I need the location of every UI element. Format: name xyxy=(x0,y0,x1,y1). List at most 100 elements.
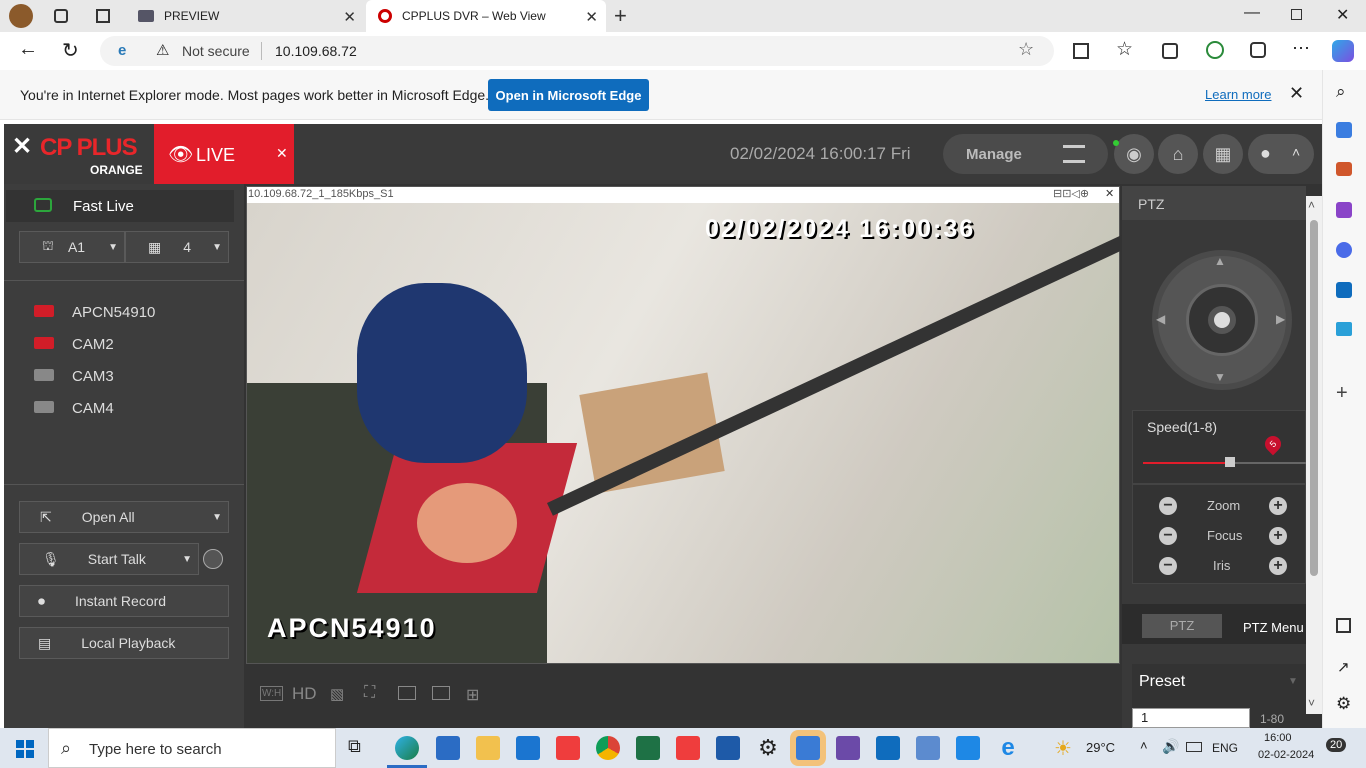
live-tab[interactable]: 👁 LIVE ✕ xyxy=(154,124,294,184)
layout-1-icon[interactable] xyxy=(398,686,416,700)
notification-badge[interactable]: 20 xyxy=(1326,738,1347,752)
open-in-edge-button[interactable]: Open in Microsoft Edge xyxy=(488,79,649,111)
workspaces-icon[interactable] xyxy=(54,9,68,23)
chevron-down-icon[interactable]: ▼ xyxy=(212,512,222,523)
chevron-down-icon[interactable]: ▼ xyxy=(182,554,192,565)
manage-button[interactable]: Manage xyxy=(943,134,1108,174)
scroll-up-icon[interactable]: ˄ xyxy=(1308,198,1315,212)
mixer-icon[interactable] xyxy=(836,736,860,760)
aspect-ratio-button[interactable]: W:H xyxy=(260,686,284,701)
talk-status-indicator[interactable] xyxy=(203,549,223,569)
collections-icon[interactable] xyxy=(1162,43,1178,59)
scroll-down-icon[interactable]: ˅ xyxy=(1308,696,1315,710)
zoom-out-icon[interactable]: − xyxy=(1159,497,1177,515)
home-icon[interactable]: ⌂ xyxy=(1158,134,1198,174)
back-icon[interactable]: ← xyxy=(18,38,38,61)
camera-item[interactable]: APCN54910 xyxy=(4,296,244,328)
paint-icon[interactable] xyxy=(956,736,980,760)
minimize-icon[interactable]: — xyxy=(1244,4,1260,22)
fast-live-row[interactable]: Fast Live xyxy=(6,190,234,222)
video-window[interactable]: 10.109.68.72_1_185Kbps_S1 ⊟⊡◁⊕ ✕ 02/02/2… xyxy=(246,186,1188,664)
tab-preview[interactable]: PREVIEW ✕ xyxy=(128,0,364,32)
chrome-icon[interactable] xyxy=(596,736,620,760)
not-secure-label[interactable]: Not secure xyxy=(182,43,250,59)
focus-out-icon[interactable]: − xyxy=(1159,527,1177,545)
scroll-thumb[interactable] xyxy=(1310,220,1318,576)
ptz-right-icon[interactable]: ▶ xyxy=(1276,312,1285,326)
fullscreen-icon[interactable]: ⛶ xyxy=(364,684,375,702)
new-tab-icon[interactable]: + xyxy=(614,3,627,29)
local-playback-button[interactable]: ▤ Local Playback xyxy=(19,627,229,659)
edge-taskbar-icon[interactable] xyxy=(395,736,419,760)
layout-quad-icon[interactable]: ⊞ xyxy=(466,685,479,705)
tab-ptz[interactable]: PTZ xyxy=(1142,614,1222,638)
url-bar[interactable]: e ⚠ Not secure 10.109.68.72 ☆ xyxy=(100,36,1054,66)
layout-single-icon[interactable] xyxy=(432,686,450,700)
start-talk-button[interactable]: 🎙 Start Talk ▼ xyxy=(19,543,199,575)
ptz-center-button[interactable] xyxy=(1208,306,1236,334)
send-icon[interactable] xyxy=(1336,322,1352,336)
qr-code-icon[interactable]: ▦ xyxy=(1203,134,1243,174)
warning-icon[interactable]: ⚠ xyxy=(156,41,169,59)
taskbar-search[interactable]: ⌕ Type here to search xyxy=(48,728,336,768)
focus-in-icon[interactable]: + xyxy=(1269,527,1287,545)
volume-icon[interactable]: 🔊 xyxy=(1162,738,1179,755)
hd-button[interactable]: HD xyxy=(292,684,317,704)
restore-icon[interactable] xyxy=(1291,9,1302,20)
more-menu-icon[interactable]: ⋯ xyxy=(1292,38,1310,59)
file-explorer-icon[interactable] xyxy=(476,736,500,760)
add-icon[interactable]: + xyxy=(1336,382,1348,405)
channel-group-select[interactable]: ⛫ A1 ▼ xyxy=(19,231,125,263)
ptz-up-icon[interactable]: ▲ xyxy=(1214,254,1226,268)
ie-mode-icon[interactable]: e xyxy=(118,42,126,59)
reader-icon[interactable] xyxy=(716,736,740,760)
weather-icon[interactable]: ☀ xyxy=(1054,736,1072,761)
instant-record-button[interactable]: ⏺ Instant Record xyxy=(19,585,229,617)
banner-close-icon[interactable]: ✕ xyxy=(1289,83,1304,104)
favorites-icon[interactable]: ☆ xyxy=(1116,38,1133,61)
tab-ptz-menu[interactable]: PTZ Menu xyxy=(1243,620,1304,635)
url-text[interactable]: 10.109.68.72 xyxy=(275,43,357,59)
refresh-icon[interactable]: ↻ xyxy=(62,38,79,63)
video-controls-icon[interactable]: ⊟⊡◁⊕ xyxy=(1053,187,1089,200)
iris-close-icon[interactable]: − xyxy=(1159,557,1177,575)
ptz-left-icon[interactable]: ◀ xyxy=(1156,312,1165,326)
settings-icon[interactable]: ⚙ xyxy=(756,736,780,760)
chevron-down-icon[interactable]: ▼ xyxy=(1288,676,1298,687)
ptz-joystick[interactable]: ▲ ▼ ◀ ▶ xyxy=(1152,250,1292,390)
anydesk-icon[interactable] xyxy=(556,736,580,760)
page-scrollbar[interactable]: ˄ ˅ xyxy=(1306,196,1322,714)
camera-item[interactable]: CAM3 xyxy=(4,360,244,392)
windows-start-icon[interactable] xyxy=(16,740,34,758)
live-view-icon[interactable]: ◉ xyxy=(1114,134,1154,174)
zoom-in-icon[interactable]: + xyxy=(1269,497,1287,515)
excel-icon[interactable] xyxy=(636,736,660,760)
remote-desktop-icon[interactable] xyxy=(796,736,820,760)
profile-avatar[interactable] xyxy=(9,4,33,28)
settings-icon[interactable]: ⚙ xyxy=(1336,694,1351,714)
temperature[interactable]: 29°C xyxy=(1086,740,1115,755)
split-screen-icon[interactable] xyxy=(1073,43,1089,59)
shopping-icon[interactable] xyxy=(1336,122,1352,138)
notepad-icon[interactable] xyxy=(916,736,940,760)
close-tab-icon[interactable]: ✕ xyxy=(343,8,356,26)
mail-icon[interactable] xyxy=(516,736,540,760)
camera-item[interactable]: CAM2 xyxy=(4,328,244,360)
tools-icon[interactable] xyxy=(1336,162,1352,176)
games-icon[interactable] xyxy=(1336,202,1352,218)
ie-reload-icon[interactable] xyxy=(1250,42,1266,58)
internet-explorer-icon[interactable]: e xyxy=(996,736,1020,760)
extensions-icon[interactable] xyxy=(1206,41,1224,59)
language-indicator[interactable]: ENG xyxy=(1212,741,1238,755)
copilot-icon[interactable] xyxy=(1332,40,1354,62)
ptz-down-icon[interactable]: ▼ xyxy=(1214,370,1226,384)
battery-icon[interactable] xyxy=(1186,742,1202,752)
user-menu-button[interactable]: ● ˄ xyxy=(1248,134,1314,174)
sidebar-toggle-icon[interactable] xyxy=(1336,618,1351,633)
search-icon[interactable]: ⌕ xyxy=(1336,82,1346,102)
anydesk-2-icon[interactable] xyxy=(676,736,700,760)
office-icon[interactable] xyxy=(1336,242,1352,258)
video-close-icon[interactable]: ✕ xyxy=(1105,187,1114,200)
window-close-icon[interactable]: ✕ xyxy=(1336,5,1349,25)
live-close-icon[interactable]: ✕ xyxy=(276,145,288,162)
